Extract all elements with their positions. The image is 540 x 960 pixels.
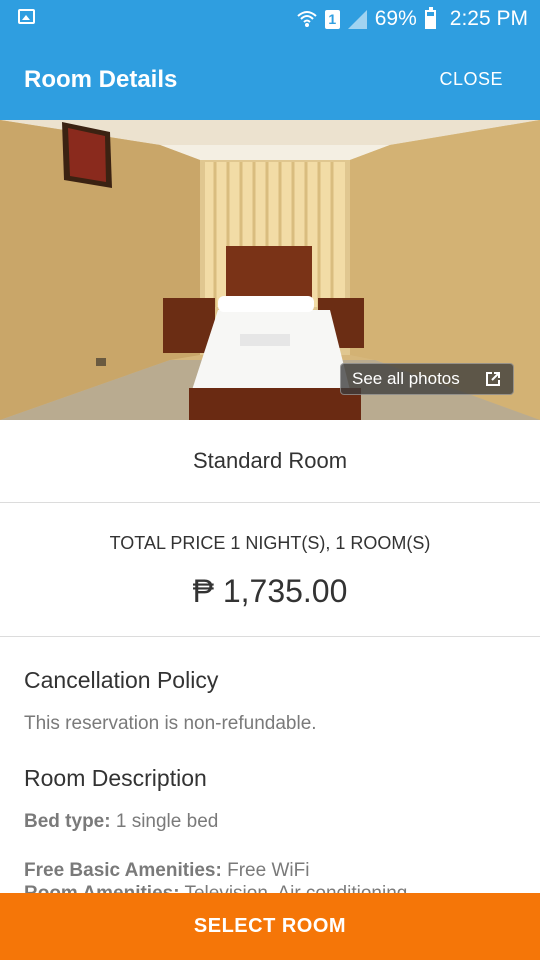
- wifi-icon: [297, 11, 317, 27]
- image-notification-icon: [18, 9, 35, 24]
- cancellation-policy-text: This reservation is non-refundable.: [24, 713, 317, 734]
- bed-type-row: Bed type: 1 single bed: [24, 811, 218, 833]
- status-icons: 1 69% 2:25 PM: [297, 5, 528, 33]
- battery-percent: 69%: [374, 7, 417, 30]
- battery-icon: [424, 6, 436, 29]
- amenities-value: Free WiFi: [221, 860, 310, 881]
- bed-type-value: 1 single bed: [110, 811, 219, 832]
- signal-icon: [347, 9, 367, 29]
- room-name: Standard Room: [0, 420, 540, 503]
- amenities-key: Free Basic Amenities:: [24, 860, 222, 881]
- bed-type-key: Bed type:: [24, 811, 111, 832]
- status-bar: 1 69% 2:25 PM: [0, 0, 540, 38]
- room-photo[interactable]: See all photos: [0, 120, 540, 420]
- see-all-photos-button[interactable]: See all photos: [340, 363, 514, 395]
- price-block: TOTAL PRICE 1 NIGHT(S), 1 ROOM(S) ₱ 1,73…: [0, 503, 540, 637]
- total-price-label: TOTAL PRICE 1 NIGHT(S), 1 ROOM(S): [109, 533, 431, 553]
- amenities-row: Free Basic Amenities: Free WiFi: [24, 860, 309, 882]
- see-all-photos-label: See all photos: [352, 369, 460, 388]
- room-description-heading: Room Description: [24, 765, 207, 791]
- select-room-button[interactable]: SELECT ROOM: [0, 893, 540, 960]
- clock: 2:25 PM: [449, 7, 528, 30]
- close-button[interactable]: CLOSE: [439, 69, 503, 90]
- page-title: Room Details: [24, 66, 178, 93]
- app-bar: Room Details CLOSE: [0, 38, 540, 120]
- sim-icon: 1: [324, 9, 340, 29]
- external-link-icon: [486, 372, 500, 386]
- total-price-value: ₱ 1,735.00: [192, 573, 348, 609]
- cancellation-policy-heading: Cancellation Policy: [24, 667, 219, 693]
